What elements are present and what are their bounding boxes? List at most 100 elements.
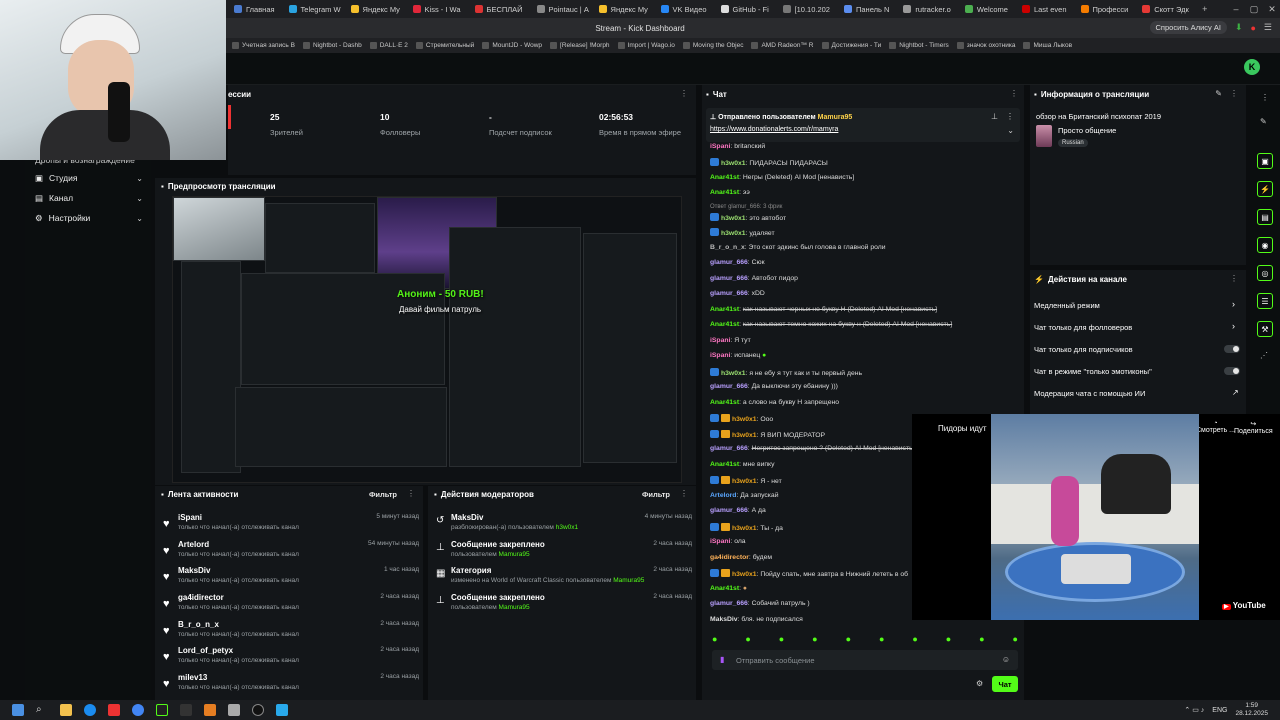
obs-icon[interactable] <box>180 704 192 716</box>
browser-tab[interactable]: rutracker.o <box>897 2 956 16</box>
chat-user[interactable]: h3w0x1 <box>732 432 757 439</box>
chat-user[interactable]: Anar41st <box>710 585 739 592</box>
chevron-down-icon[interactable]: ⌄ <box>1007 126 1014 135</box>
yandex-icon[interactable] <box>108 704 120 716</box>
chat-user[interactable]: Anar41st <box>710 321 739 328</box>
mod-filter-button[interactable]: Фильтр <box>642 490 670 499</box>
emotes-only-toggle[interactable] <box>1224 367 1240 375</box>
external-link-icon[interactable]: ↗ <box>1232 388 1239 397</box>
app-icon[interactable] <box>252 704 264 716</box>
emote-icon[interactable]: ● <box>946 634 951 646</box>
activity-filter-button[interactable]: Фильтр <box>369 490 397 499</box>
pinned-link[interactable]: https://www.donationalerts.com/r/mamyra <box>710 126 838 133</box>
emoji-icon[interactable]: ☺ <box>1002 655 1010 664</box>
activity-user[interactable]: iSpani <box>178 513 202 522</box>
language-indicator[interactable]: ENG <box>1212 707 1227 714</box>
emote-icon[interactable]: ● <box>879 634 884 646</box>
more-icon[interactable]: ⋮ <box>680 89 688 98</box>
chat-user[interactable]: B_r_o_n_x <box>710 244 745 251</box>
youtube-share[interactable]: ↪ Поделиться <box>1234 420 1273 435</box>
mod-user[interactable]: Mamura95 <box>499 604 530 611</box>
bookmark[interactable]: Import | Wago.io <box>617 42 675 49</box>
browser-tab[interactable]: Професси <box>1075 2 1135 16</box>
bookmark[interactable]: Достижения - Ти <box>821 42 881 49</box>
app-icon[interactable] <box>204 704 216 716</box>
clock[interactable]: 1:59 28.12.2025 <box>1235 702 1268 718</box>
chat-user[interactable]: ga4idirector <box>710 554 749 561</box>
chat-user[interactable]: Artelord <box>710 492 736 499</box>
chat-user[interactable]: Anar41st <box>710 399 739 406</box>
share-icon[interactable]: ⋰ <box>1260 351 1268 360</box>
chat-user[interactable]: glamur_666 <box>710 275 748 282</box>
chevron-right-icon[interactable]: › <box>1232 299 1235 309</box>
action-slow-mode[interactable]: Медленный режим <box>1034 301 1100 310</box>
kick-app-icon[interactable] <box>156 704 168 716</box>
bookmark[interactable]: Миша Лыков <box>1023 42 1072 49</box>
activity-user[interactable]: Artelord <box>178 540 209 549</box>
rail-actions-button[interactable]: ⚡ <box>1257 181 1273 197</box>
youtube-watch-later[interactable]: ◔ Смотреть ... <box>1196 420 1235 434</box>
bookmark[interactable]: Moving the Objec <box>682 42 743 49</box>
emote-icon[interactable]: ● <box>912 634 917 646</box>
new-tab-icon[interactable]: + <box>1197 4 1213 14</box>
rail-activity-button[interactable]: ☰ <box>1257 293 1273 309</box>
chat-user[interactable]: h3w0x1 <box>732 478 757 485</box>
windows-start-icon[interactable] <box>12 704 24 716</box>
sidebar-item-studio[interactable]: ▣ Студия ⌄ <box>35 169 143 187</box>
browser-tab[interactable]: Панель N <box>838 2 895 16</box>
search-icon[interactable]: ⌕ <box>36 704 48 716</box>
edit-icon[interactable]: ✎ <box>1215 89 1222 98</box>
bookmark[interactable]: [Release] !Morph <box>550 42 610 49</box>
minimize-icon[interactable]: – <box>1228 4 1244 14</box>
browser-tab[interactable]: Welcome <box>959 2 1014 16</box>
browser-tab[interactable]: Главная <box>228 2 281 16</box>
more-icon[interactable]: ⋮ <box>407 489 415 498</box>
chat-user[interactable]: h3w0x1 <box>732 525 757 532</box>
browser-tab[interactable]: Яндекс Му <box>345 2 405 16</box>
emote-icon[interactable]: ● <box>979 634 984 646</box>
chat-user[interactable]: h3w0x1 <box>721 160 746 167</box>
rail-mod-button[interactable]: ⚒ <box>1257 321 1273 337</box>
bookmark[interactable]: Nightbot - Dashb <box>302 42 362 49</box>
action-emotes-only[interactable]: Чат в режиме "только эмотиконы" <box>1034 367 1152 376</box>
chat-user[interactable]: glamur_666 <box>710 259 748 266</box>
action-ai-moderation[interactable]: Модерация чата с помощью ИИ <box>1034 389 1145 398</box>
chat-user[interactable]: iSpani <box>710 352 730 359</box>
unpin-icon[interactable]: ⊥ <box>991 112 998 121</box>
chat-settings-icon[interactable]: ⚙ <box>976 679 983 688</box>
chat-user[interactable]: Anar41st <box>710 189 739 196</box>
emote-icon[interactable]: ● <box>812 634 817 646</box>
chat-user[interactable]: glamur_666 <box>710 507 748 514</box>
download-icon[interactable]: ⬇ <box>1235 22 1243 33</box>
kick-logo-icon[interactable]: K <box>1244 59 1260 75</box>
chat-user[interactable]: iSpani <box>710 143 730 150</box>
chat-user[interactable]: iSpani <box>710 337 730 344</box>
bookmark[interactable]: DALL·E 2 <box>369 42 408 49</box>
rail-preview-button[interactable]: ▣ <box>1257 153 1273 169</box>
edit-icon[interactable]: ✎ <box>1260 117 1267 126</box>
chat-user[interactable]: Anar41st <box>710 461 739 468</box>
activity-user[interactable]: milev13 <box>178 673 207 682</box>
bookmark[interactable]: AMD Radeon™ R <box>751 42 814 49</box>
action-followers-only[interactable]: Чат только для фолловеров <box>1034 323 1132 332</box>
emote-icon[interactable]: ● <box>1013 634 1018 646</box>
mod-user[interactable]: Mamura95 <box>499 551 530 558</box>
chat-user[interactable]: MaksDiv <box>710 616 738 623</box>
bookmark[interactable]: Стремительный <box>415 42 474 49</box>
activity-user[interactable]: ga4idirector <box>178 593 224 602</box>
browser-tab[interactable]: Kiss - I Wa <box>407 2 467 16</box>
explorer-icon[interactable] <box>60 704 72 716</box>
emote-icon[interactable]: ● <box>745 634 750 646</box>
chat-user[interactable]: glamur_666 <box>710 445 748 452</box>
action-subscribers-only[interactable]: Чат только для подписчиков <box>1034 345 1133 354</box>
emote-icon[interactable]: ● <box>779 634 784 646</box>
chat-user[interactable]: iSpani <box>710 538 730 545</box>
activity-user[interactable]: Lord_of_petyx <box>178 646 233 655</box>
chat-user[interactable]: glamur_666 <box>710 600 748 607</box>
browser-tab[interactable]: [10.10.202 <box>777 2 836 16</box>
stream-preview-video[interactable]: Аноним - 50 RUB! Давай фильм патруль <box>172 196 682 483</box>
pinned-user[interactable]: Mamura95 <box>818 114 853 121</box>
emote-icon[interactable]: ● <box>846 634 851 646</box>
more-icon[interactable]: ⋮ <box>680 489 688 498</box>
browser-tab[interactable]: БЕСПЛАЙ <box>469 2 529 16</box>
